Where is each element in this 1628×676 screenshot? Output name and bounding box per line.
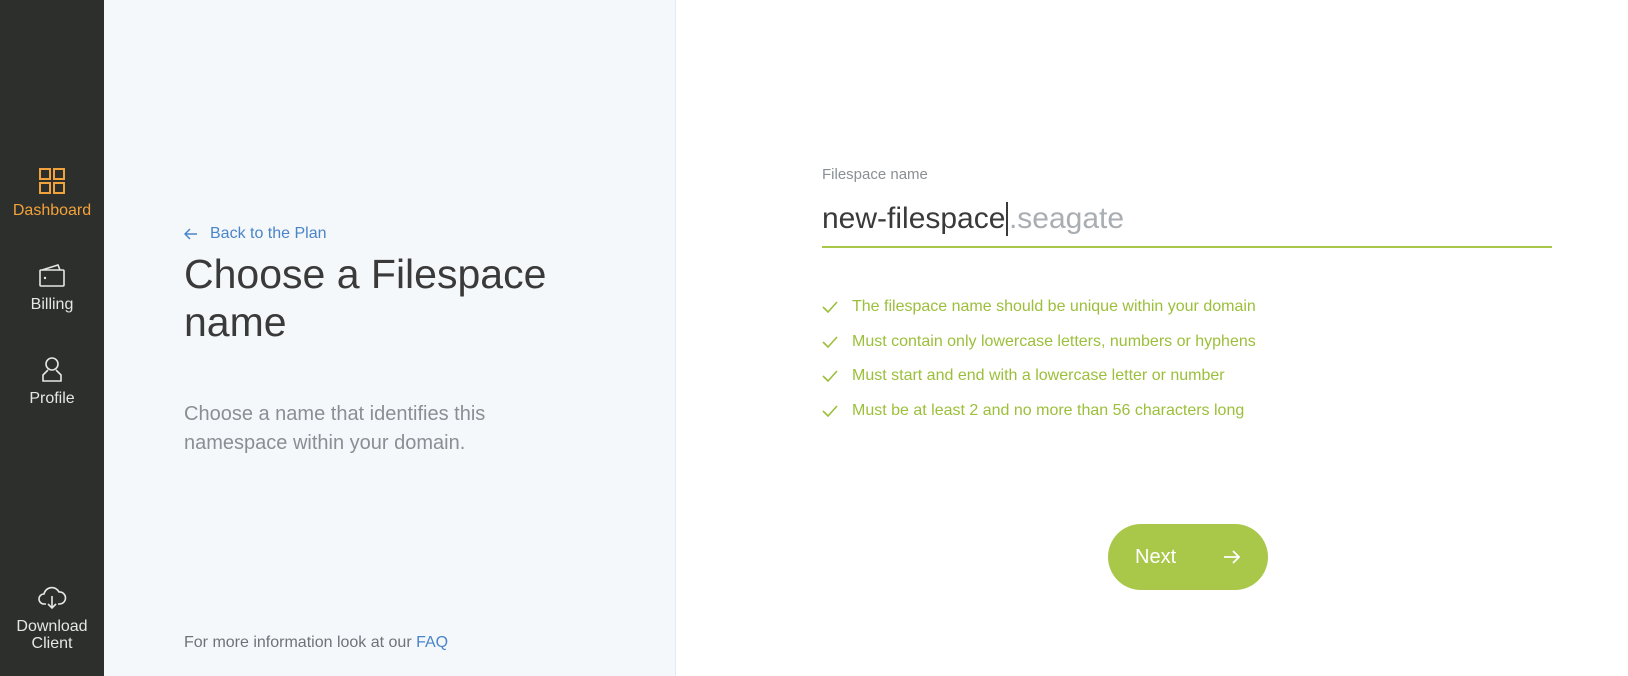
page-title: Choose a Filespace name (184, 251, 547, 345)
app-root: Dashboard Billing Profile Download Clien… (0, 0, 1628, 676)
sidebar-item-label: Dashboard (12, 202, 92, 219)
sidebar-item-billing[interactable]: Billing (0, 260, 104, 314)
check-icon (822, 367, 840, 385)
rule-item: The filespace name should be unique with… (822, 290, 1256, 325)
filespace-name-field[interactable]: new-filespace .seagate (822, 192, 1552, 248)
rule-text: Must contain only lowercase letters, num… (852, 332, 1256, 350)
rule-item: Must start and end with a lowercase lett… (822, 359, 1256, 394)
text-caret (1006, 202, 1008, 236)
back-link-label: Back to the Plan (210, 225, 327, 242)
faq-note: For more information look at our FAQ (184, 634, 448, 652)
user-icon (37, 354, 67, 384)
wallet-icon (37, 260, 67, 290)
faq-link[interactable]: FAQ (416, 634, 448, 651)
rule-text: Must be at least 2 and no more than 56 c… (852, 401, 1245, 419)
cloud-download-icon (37, 582, 67, 612)
back-to-plan-link[interactable]: Back to the Plan (184, 225, 327, 243)
page-description: Choose a name that identifies this names… (184, 403, 486, 454)
next-button-label: Next (1135, 545, 1177, 568)
sidebar-item-download-client[interactable]: Download Client (0, 582, 104, 652)
download-label-line1: Download (16, 618, 88, 635)
check-icon (822, 402, 840, 420)
sidebar-item-profile[interactable]: Profile (0, 354, 104, 408)
dashboard-grid-icon (37, 166, 67, 196)
rule-text: Must start and end with a lowercase lett… (852, 367, 1225, 385)
download-label-line2: Client (31, 635, 73, 652)
rule-item: Must contain only lowercase letters, num… (822, 325, 1256, 360)
arrow-right-icon (1224, 550, 1241, 564)
arrow-left-icon (184, 226, 200, 242)
sidebar: Dashboard Billing Profile Download Clien… (0, 0, 104, 676)
info-panel: Back to the Plan Choose a Filespace name… (104, 0, 676, 676)
check-icon (822, 333, 840, 351)
filespace-name-input[interactable]: new-filespace (822, 199, 1005, 239)
sidebar-item-label: Profile (29, 390, 75, 407)
sidebar-item-dashboard[interactable]: Dashboard (0, 166, 104, 220)
validation-rules: The filespace name should be unique with… (822, 290, 1256, 428)
filespace-domain-suffix: .seagate (1008, 202, 1125, 235)
rule-item: Must be at least 2 and no more than 56 c… (822, 394, 1256, 429)
faq-note-text: For more information look at our (184, 634, 412, 651)
check-icon (822, 298, 840, 316)
rule-text: The filespace name should be unique with… (852, 298, 1256, 316)
sidebar-item-label: Billing (30, 296, 74, 313)
filespace-name-label: Filespace name (822, 166, 928, 183)
next-button[interactable]: Next (1108, 524, 1268, 590)
filespace-form: Filespace name new-filespace .seagate Th… (822, 0, 1552, 676)
